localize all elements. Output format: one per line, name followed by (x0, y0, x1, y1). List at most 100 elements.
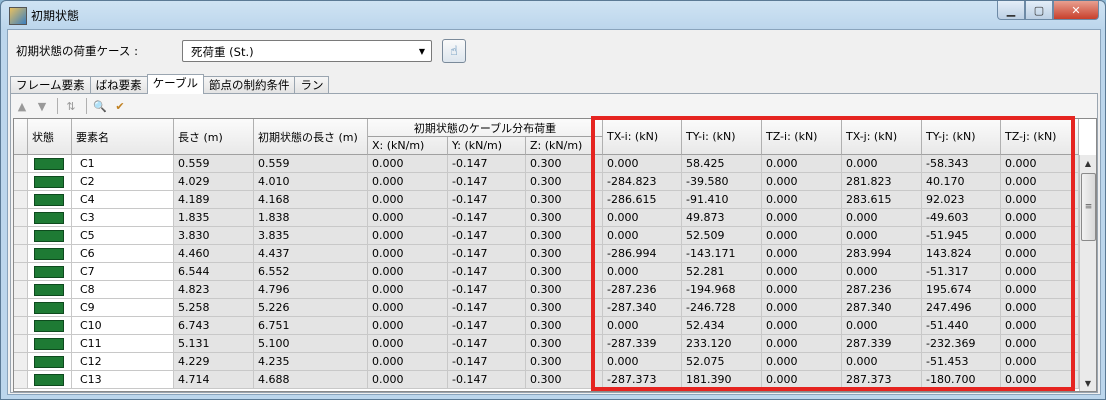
row-selector[interactable] (14, 191, 28, 209)
cell-load-x[interactable]: 0.000 (368, 317, 448, 335)
column-header-tx-j[interactable]: TX-j: (kN) (842, 119, 922, 155)
status-cell[interactable] (28, 335, 72, 353)
cell-length[interactable]: 5.131 (174, 335, 254, 353)
table-row[interactable]: C9 5.258 5.226 0.000 -0.147 0.300 -287.340 -246… (14, 299, 1079, 317)
status-cell[interactable] (28, 191, 72, 209)
row-selector[interactable] (14, 227, 28, 245)
cell-ty-i[interactable]: 49.873 (682, 209, 762, 227)
cell-ty-j[interactable]: -51.945 (922, 227, 1001, 245)
column-header-load-y[interactable]: Y: (kN/m) (448, 137, 526, 155)
cell-ty-i[interactable]: 52.434 (682, 317, 762, 335)
table-row[interactable]: C4 4.189 4.168 0.000 -0.147 0.300 -286.615 -91.… (14, 191, 1079, 209)
cell-init-length[interactable]: 1.838 (254, 209, 368, 227)
status-cell[interactable] (28, 317, 72, 335)
cell-tx-i[interactable]: -287.339 (603, 335, 682, 353)
tab-frame-element[interactable]: フレーム要素 (10, 76, 91, 94)
cell-tx-i[interactable]: -287.373 (603, 371, 682, 389)
cell-load-z[interactable]: 0.300 (526, 317, 603, 335)
cell-ty-i[interactable]: 52.075 (682, 353, 762, 371)
cell-load-y[interactable]: -0.147 (448, 227, 526, 245)
table-row[interactable]: C11 5.131 5.100 0.000 -0.147 0.300 -287.339 233… (14, 335, 1079, 353)
cell-length[interactable]: 4.229 (174, 353, 254, 371)
cell-init-length[interactable]: 6.751 (254, 317, 368, 335)
cell-load-y[interactable]: -0.147 (448, 371, 526, 389)
cell-ty-j[interactable]: -58.343 (922, 155, 1001, 173)
cell-name[interactable]: C9 (72, 299, 174, 317)
cell-tz-i[interactable]: 0.000 (762, 209, 842, 227)
cell-ty-j[interactable]: -51.317 (922, 263, 1001, 281)
cell-ty-i[interactable]: -194.968 (682, 281, 762, 299)
cell-name[interactable]: C2 (72, 173, 174, 191)
table-row[interactable]: C3 1.835 1.838 0.000 -0.147 0.300 0.000 49.873 0… (14, 209, 1079, 227)
row-selector[interactable] (14, 155, 28, 173)
cell-load-z[interactable]: 0.300 (526, 299, 603, 317)
cell-ty-i[interactable]: -91.410 (682, 191, 762, 209)
cell-load-y[interactable]: -0.147 (448, 245, 526, 263)
cell-load-z[interactable]: 0.300 (526, 155, 603, 173)
tab-node-constraint[interactable]: 節点の制約条件 (202, 76, 296, 94)
table-row[interactable]: C1 0.559 0.559 0.000 -0.147 0.300 0.000 58.425 0… (14, 155, 1079, 173)
column-header-tx-i[interactable]: TX-i: (kN) (603, 119, 682, 155)
row-selector[interactable] (14, 353, 28, 371)
cell-length[interactable]: 4.189 (174, 191, 254, 209)
cell-init-length[interactable]: 4.796 (254, 281, 368, 299)
tab-cable[interactable]: ケーブル (146, 74, 204, 94)
cell-tz-j[interactable]: 0.000 (1001, 263, 1079, 281)
row-selector[interactable] (14, 263, 28, 281)
table-row[interactable]: C7 6.544 6.552 0.000 -0.147 0.300 0.000 52.281 0… (14, 263, 1079, 281)
cell-tz-i[interactable]: 0.000 (762, 155, 842, 173)
cell-tz-i[interactable]: 0.000 (762, 227, 842, 245)
table-row[interactable]: C13 4.714 4.688 0.000 -0.147 0.300 -287.373 181… (14, 371, 1079, 389)
cell-tx-i[interactable]: -287.340 (603, 299, 682, 317)
status-cell[interactable] (28, 281, 72, 299)
cell-load-y[interactable]: -0.147 (448, 155, 526, 173)
cell-init-length[interactable]: 5.100 (254, 335, 368, 353)
cell-load-y[interactable]: -0.147 (448, 263, 526, 281)
cell-ty-j[interactable]: 40.170 (922, 173, 1001, 191)
scroll-down-icon[interactable]: ▼ (1080, 375, 1096, 391)
cell-name[interactable]: C10 (72, 317, 174, 335)
cell-load-z[interactable]: 0.300 (526, 227, 603, 245)
cell-load-z[interactable]: 0.300 (526, 173, 603, 191)
cell-ty-j[interactable]: 195.674 (922, 281, 1001, 299)
cell-name[interactable]: C12 (72, 353, 174, 371)
cell-tx-j[interactable]: 0.000 (842, 263, 922, 281)
cell-tz-j[interactable]: 0.000 (1001, 191, 1079, 209)
cell-ty-i[interactable]: 58.425 (682, 155, 762, 173)
cell-init-length[interactable]: 0.559 (254, 155, 368, 173)
cell-load-y[interactable]: -0.147 (448, 281, 526, 299)
column-header-tz-j[interactable]: TZ-j: (kN) (1001, 119, 1079, 155)
cell-ty-i[interactable]: 52.281 (682, 263, 762, 281)
cell-load-x[interactable]: 0.000 (368, 227, 448, 245)
status-cell[interactable] (28, 263, 72, 281)
column-header-ty-i[interactable]: TY-i: (kN) (682, 119, 762, 155)
cell-tz-i[interactable]: 0.000 (762, 353, 842, 371)
cell-tz-i[interactable]: 0.000 (762, 263, 842, 281)
cell-load-z[interactable]: 0.300 (526, 191, 603, 209)
status-cell[interactable] (28, 209, 72, 227)
cell-name[interactable]: C7 (72, 263, 174, 281)
cell-length[interactable]: 3.830 (174, 227, 254, 245)
status-cell[interactable] (28, 353, 72, 371)
cell-init-length[interactable]: 4.688 (254, 371, 368, 389)
scroll-up-icon[interactable]: ▲ (1080, 155, 1096, 171)
cell-tx-i[interactable]: 0.000 (603, 263, 682, 281)
cell-ty-i[interactable]: 181.390 (682, 371, 762, 389)
cell-ty-i[interactable]: 52.509 (682, 227, 762, 245)
cell-tx-j[interactable]: 287.373 (842, 371, 922, 389)
status-cell[interactable] (28, 299, 72, 317)
cell-load-z[interactable]: 0.300 (526, 371, 603, 389)
cell-tx-i[interactable]: -286.994 (603, 245, 682, 263)
cell-length[interactable]: 4.460 (174, 245, 254, 263)
cell-tz-i[interactable]: 0.000 (762, 191, 842, 209)
cell-name[interactable]: C3 (72, 209, 174, 227)
pick-button[interactable]: ☝ (442, 39, 466, 63)
column-header-name[interactable]: 要素名 (72, 119, 174, 155)
row-selector[interactable] (14, 317, 28, 335)
cell-load-y[interactable]: -0.147 (448, 191, 526, 209)
move-up-button[interactable]: ▲ (13, 97, 31, 115)
cell-tx-i[interactable]: 0.000 (603, 317, 682, 335)
cell-init-length[interactable]: 4.437 (254, 245, 368, 263)
cell-ty-j[interactable]: 143.824 (922, 245, 1001, 263)
cell-length[interactable]: 4.029 (174, 173, 254, 191)
